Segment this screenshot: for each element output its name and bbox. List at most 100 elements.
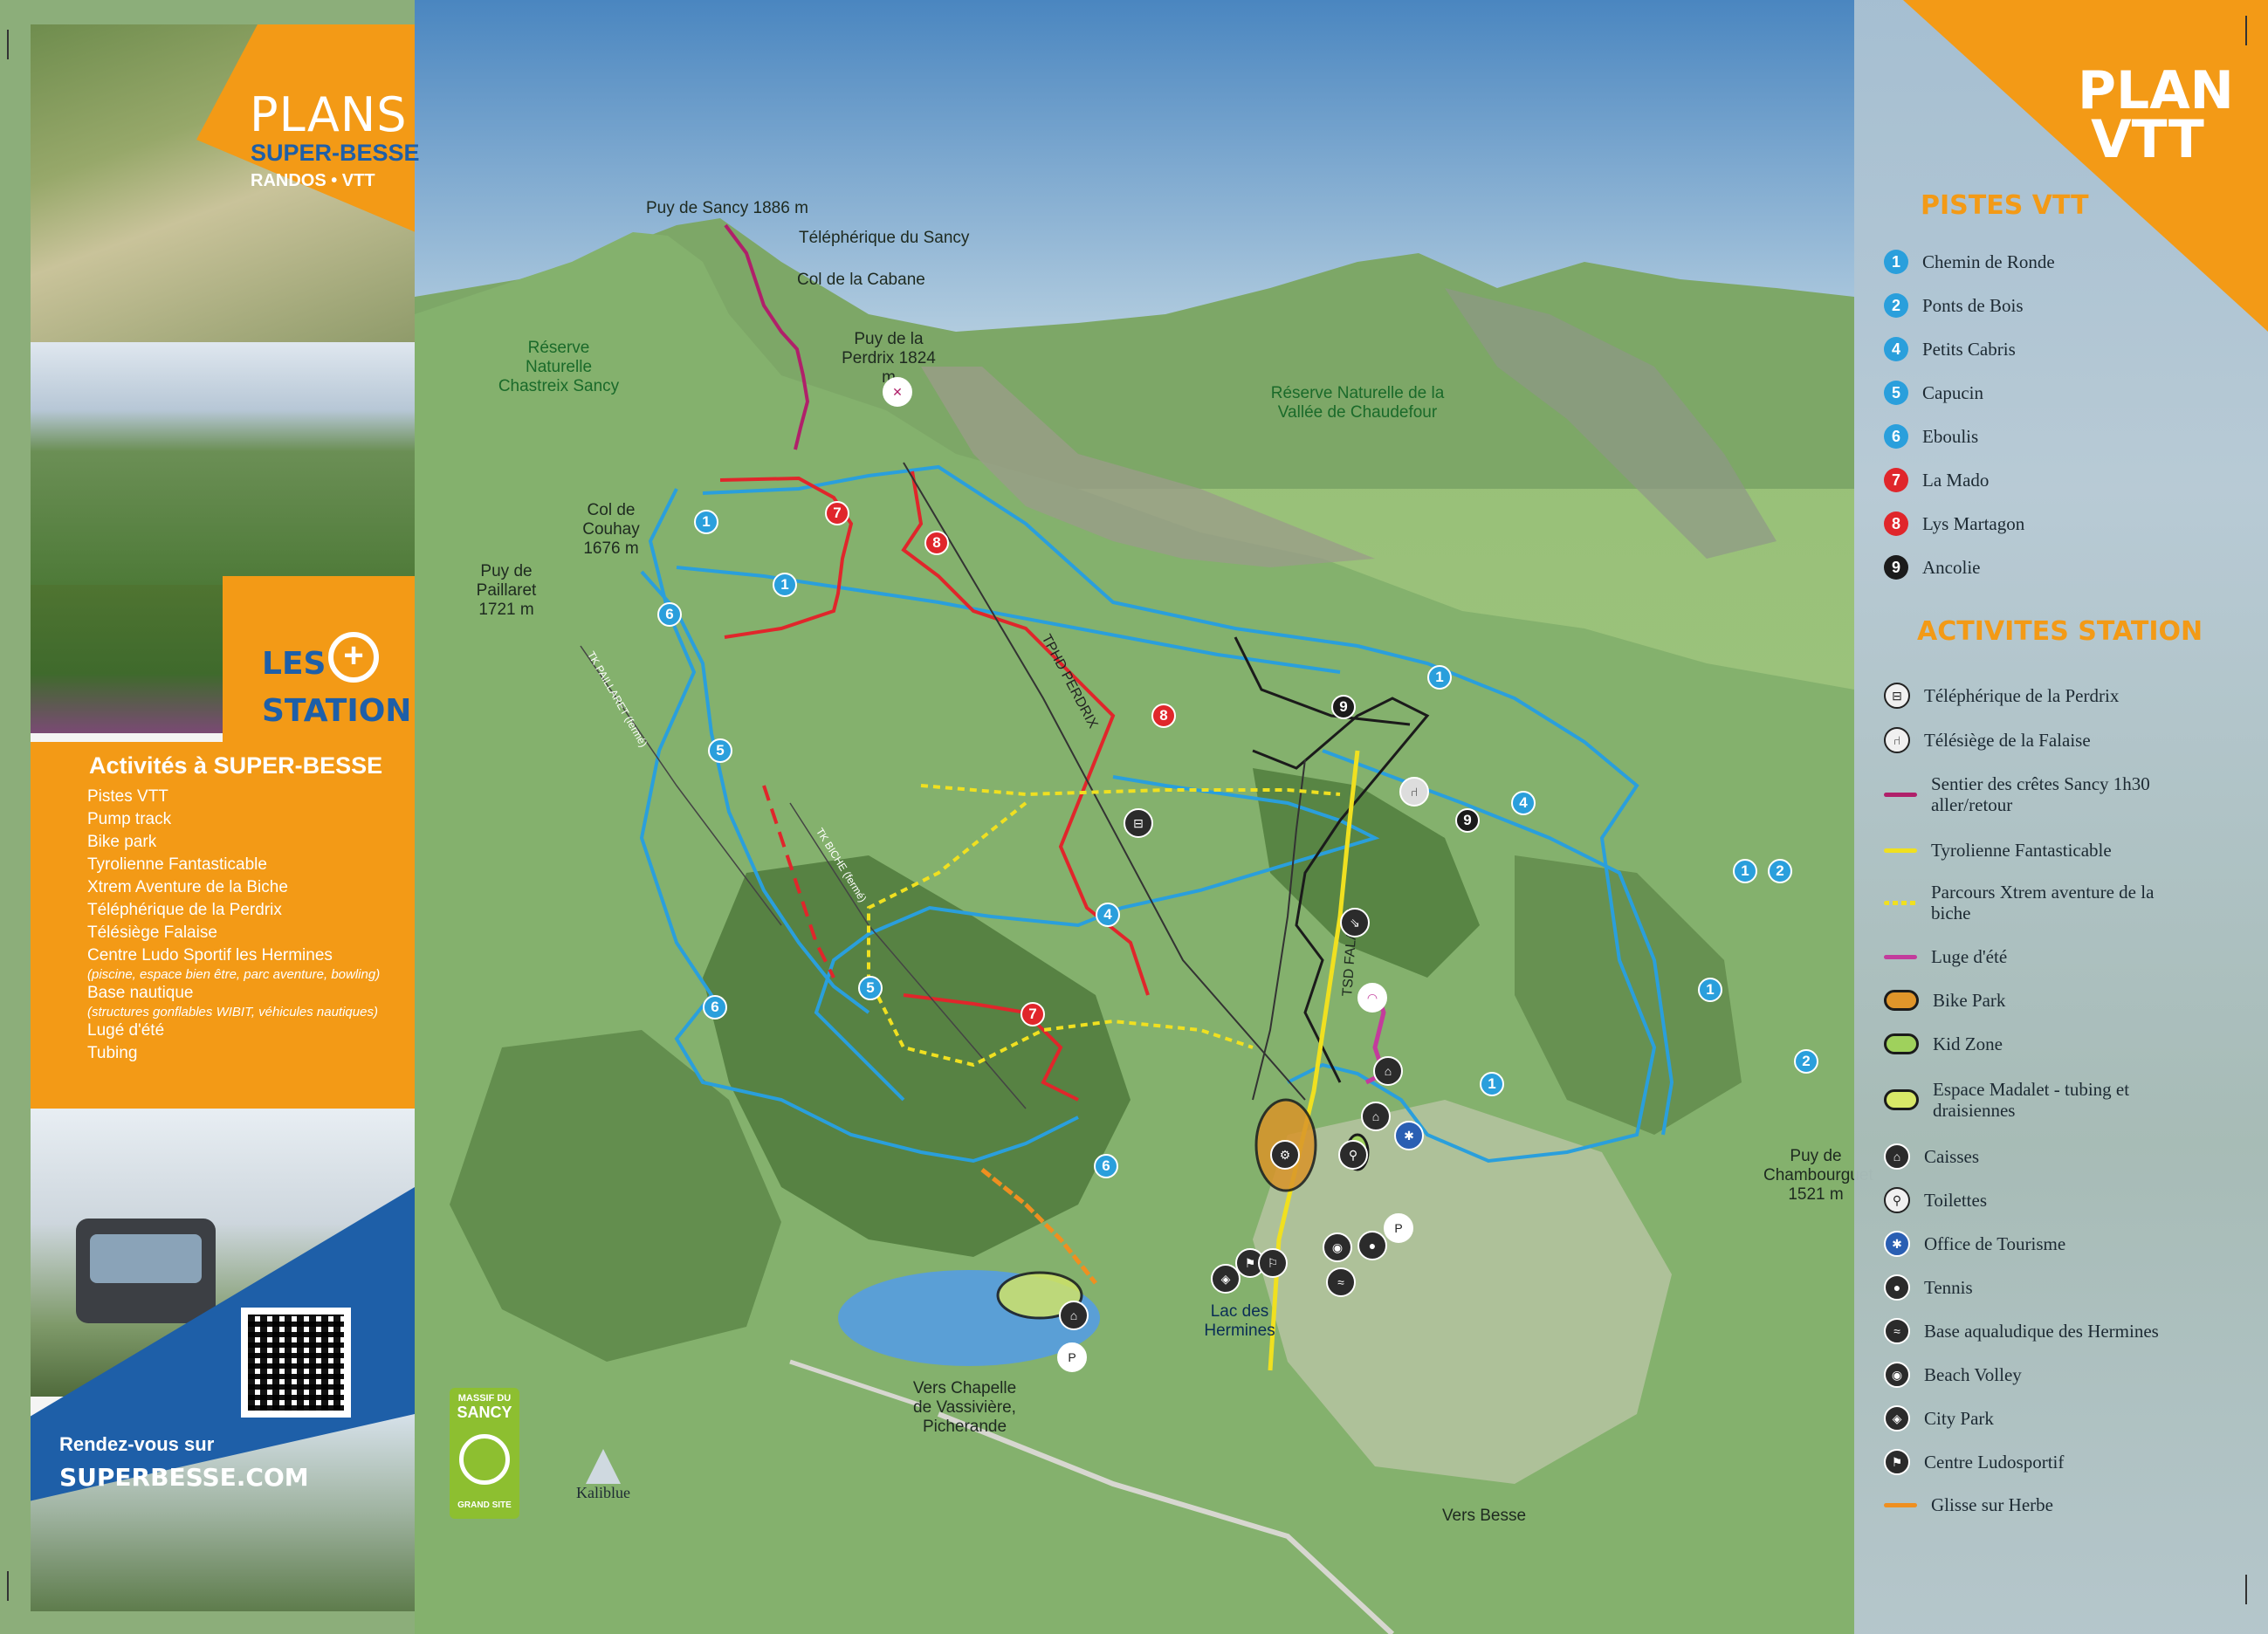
qr-code[interactable]	[241, 1308, 351, 1418]
pin-trail-7[interactable]: 7	[1021, 1002, 1045, 1026]
pin-trail-5[interactable]: 5	[708, 738, 732, 763]
zipline-icon[interactable]: ⇘	[1340, 908, 1370, 937]
trail-number-badge: 8	[1884, 511, 1908, 536]
legend-trail-4[interactable]: 4 Petits Cabris	[1884, 337, 2016, 361]
trail-name: Eboulis	[1922, 426, 1979, 447]
legend-xtrem[interactable]: Parcours Xtrem aventure de la biche	[1884, 882, 2193, 923]
activity-item: Centre Ludo Sportif les Hermines	[87, 946, 333, 965]
activity-name: Beach Volley	[1924, 1364, 2022, 1385]
chairlift-icon[interactable]: ⑁	[1399, 777, 1429, 807]
legend-trail-6[interactable]: 6 Eboulis	[1884, 424, 1978, 449]
activity-name: Espace Madalet - tubing et draisiennes	[1933, 1079, 2130, 1121]
pin-trail-2[interactable]: 2	[1768, 859, 1792, 883]
brand-subtitle: SUPER-BESSE	[251, 140, 420, 166]
activity-name: Toilettes	[1924, 1190, 1988, 1211]
legend-madalet[interactable]: Espace Madalet - tubing et draisiennes	[1884, 1079, 2195, 1121]
beach-volley-icon[interactable]: ◉	[1323, 1232, 1352, 1262]
ticket-office-icon: ⌂	[1884, 1143, 1910, 1170]
label-chambourguet: Puy de Chambourguet 1521 m	[1763, 1147, 1873, 1204]
activities-list: Pistes VTT Pump track Bike park Tyrolien…	[87, 786, 410, 1065]
zipline-icon	[1884, 848, 1917, 853]
activity-name: Sentier des crêtes Sancy 1h30 aller/reto…	[1931, 773, 2150, 815]
activity-name: Office de Tourisme	[1924, 1233, 2066, 1254]
sancy-logo-emblem	[459, 1434, 510, 1485]
legend-chairlift[interactable]: ⑁ Télésiège de la Falaise	[1884, 727, 2091, 753]
trail-4	[814, 775, 1380, 1102]
trail-number-badge: 4	[1884, 337, 1908, 361]
aquatic-icon[interactable]: ≈	[1326, 1267, 1356, 1297]
pin-trail-1[interactable]: 1	[694, 510, 718, 534]
pin-trail-1[interactable]: 1	[1733, 859, 1757, 883]
legend-kid-zone[interactable]: Kid Zone	[1884, 1033, 2003, 1054]
activity-item: Téléphérique de la Perdrix	[87, 901, 282, 919]
pin-trail-2[interactable]: 2	[1794, 1049, 1818, 1074]
summer-luge-icon[interactable]: ◠	[1357, 983, 1387, 1013]
legend-office-tourisme[interactable]: ✱ Office de Tourisme	[1884, 1231, 2065, 1257]
activity-name: Télésiège de la Falaise	[1924, 730, 2091, 751]
legend-trail-9[interactable]: 9 Ancolie	[1884, 555, 1980, 580]
pin-trail-4[interactable]: 4	[1511, 791, 1536, 815]
bike-park-icon[interactable]: ⚙	[1270, 1140, 1300, 1170]
activity-item: Pump track	[87, 810, 172, 828]
ticket-office-icon[interactable]: ⌂	[1059, 1301, 1089, 1330]
tourist-office-icon[interactable]: ✱	[1394, 1121, 1424, 1150]
activity-note: (piscine, espace bien être, parc aventur…	[87, 967, 381, 982]
trail-name: Lys Martagon	[1922, 513, 2025, 534]
legend-toilettes[interactable]: ⚲ Toilettes	[1884, 1187, 1987, 1213]
legend-trail-1[interactable]: 1 Chemin de Ronde	[1884, 250, 2055, 274]
activity-name: Glisse sur Herbe	[1931, 1494, 2053, 1515]
cable-car-icon[interactable]: ⊟	[1124, 808, 1153, 838]
legend-luge[interactable]: Luge d'été	[1884, 946, 2007, 967]
legend-beach-volley[interactable]: ◉ Beach Volley	[1884, 1362, 2022, 1388]
pin-trail-1[interactable]: 1	[1427, 665, 1452, 690]
pin-trail-6[interactable]: 6	[1094, 1154, 1118, 1178]
legend-sentier[interactable]: Sentier des crêtes Sancy 1h30 aller/reto…	[1884, 773, 2193, 815]
legend-zipline[interactable]: Tyrolienne Fantasticable	[1884, 840, 2112, 861]
trail-number-badge: 6	[1884, 424, 1908, 449]
pin-trail-1[interactable]: 1	[773, 573, 797, 597]
legend-tennis[interactable]: ● Tennis	[1884, 1274, 1973, 1301]
legend-trail-7[interactable]: 7 La Mado	[1884, 468, 1989, 492]
activity-name: Tennis	[1924, 1277, 1973, 1298]
legend-trail-5[interactable]: 5 Capucin	[1884, 381, 1983, 405]
legend-caisses[interactable]: ⌂ Caisses	[1884, 1143, 1979, 1170]
legend-aqualudique[interactable]: ≈ Base aqualudique des Hermines	[1884, 1318, 2159, 1344]
activity-name: Téléphérique de la Perdrix	[1924, 685, 2120, 706]
legend-trail-8[interactable]: 8 Lys Martagon	[1884, 511, 2024, 536]
crop-mark	[2245, 1575, 2265, 1604]
kaliblue-text: Kaliblue	[576, 1484, 630, 1501]
pin-trail-1[interactable]: 1	[1480, 1072, 1504, 1096]
legend-city-park[interactable]: ◈ City Park	[1884, 1405, 1994, 1431]
pin-trail-8[interactable]: 8	[1151, 704, 1176, 728]
mountain-top-icon[interactable]: ✕	[883, 377, 912, 407]
legend-trail-2[interactable]: 2 Ponts de Bois	[1884, 293, 2024, 318]
pin-trail-8[interactable]: 8	[924, 531, 949, 555]
trail-name: La Mado	[1922, 470, 1990, 491]
label-sancy: Puy de Sancy 1886 m	[646, 199, 808, 217]
trail-line-icon	[1884, 792, 1917, 797]
pin-trail-1[interactable]: 1	[1698, 978, 1722, 1002]
website-link[interactable]: SUPERBESSE.COM	[59, 1463, 309, 1492]
pin-trail-5[interactable]: 5	[858, 976, 883, 1000]
pin-trail-9[interactable]: 9	[1455, 808, 1480, 833]
activities-heading: ACTIVITES STATION	[1917, 616, 2203, 647]
pin-trail-6[interactable]: 6	[657, 602, 682, 627]
parking-icon[interactable]: P	[1057, 1342, 1087, 1372]
legend-cable-car[interactable]: ⊟ Téléphérique de la Perdrix	[1884, 683, 2119, 709]
ticket-office-icon[interactable]: ⌂	[1361, 1102, 1391, 1131]
pin-trail-7[interactable]: 7	[825, 501, 849, 525]
legend-bike-park[interactable]: Bike Park	[1884, 990, 2005, 1011]
activity-name: Centre Ludosportif	[1924, 1452, 2065, 1473]
tennis-icon[interactable]: ●	[1357, 1231, 1387, 1260]
toilets-icon: ⚲	[1884, 1187, 1910, 1213]
legend-glisse-herbe[interactable]: Glisse sur Herbe	[1884, 1494, 2053, 1515]
pin-trail-4[interactable]: 4	[1096, 903, 1120, 927]
ticket-office-icon[interactable]: ⌂	[1373, 1056, 1403, 1086]
trail-number-badge: 2	[1884, 293, 1908, 318]
grass-slide-icon[interactable]: ⚐	[1258, 1248, 1288, 1278]
toilets-icon[interactable]: ⚲	[1338, 1140, 1368, 1170]
pin-trail-6[interactable]: 6	[703, 995, 727, 1020]
parking-icon[interactable]: P	[1384, 1213, 1413, 1243]
legend-ludosport[interactable]: ⚑ Centre Ludosportif	[1884, 1449, 2064, 1475]
pin-trail-9[interactable]: 9	[1331, 695, 1356, 719]
